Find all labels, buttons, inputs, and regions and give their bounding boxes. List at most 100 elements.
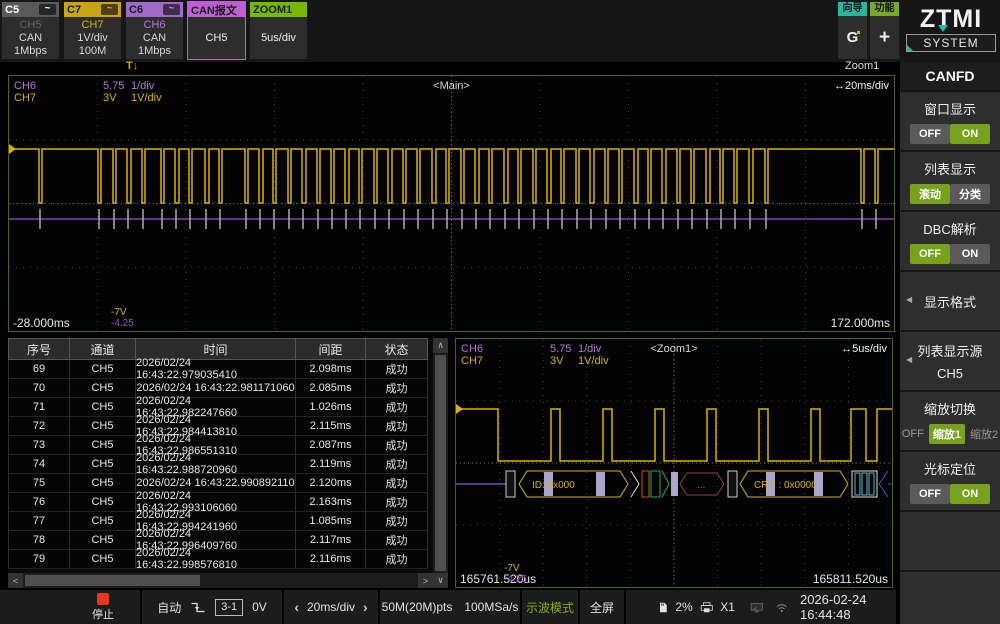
table-cell: 71 (8, 398, 70, 417)
table-row[interactable]: 69CH52026/02/24 16:43:22.9790354102.098m… (8, 360, 433, 379)
toggle-option-OFF[interactable]: OFF (910, 484, 950, 504)
run-stop-control[interactable]: 停止 (0, 590, 142, 624)
channel-info-line: CAN (19, 32, 42, 45)
table-cell: 73 (8, 436, 70, 455)
panel-显示格式[interactable]: 显示格式◀ (900, 272, 1000, 330)
panel-缩放切换[interactable]: 缩放切换OFF 缩放1 缩放2 (900, 392, 1000, 450)
scroll-down-button[interactable]: ∨ (433, 573, 448, 588)
table-row[interactable]: 74CH52026/02/24 16:43:22.9887209602.119m… (8, 455, 433, 474)
system-badge[interactable]: SYSTEM (906, 34, 995, 52)
panel-列表显示[interactable]: 列表显示滚动分类 (900, 152, 1000, 210)
panel-label: 列表显示 (924, 159, 976, 178)
channel-tab: C5~ (2, 2, 59, 17)
vertical-scrollbar[interactable]: ∧ (433, 338, 448, 573)
channel-info-line: CH5 (205, 32, 227, 45)
toggle-option-OFF[interactable]: OFF (902, 428, 924, 440)
scope-timebase: ↔20ms/div (834, 80, 889, 92)
toggle-option-OFF[interactable]: OFF (910, 124, 950, 144)
table-cell: 成功 (366, 493, 428, 512)
function-label: 功能 (870, 2, 899, 16)
panel-label: 缩放切换 (924, 399, 976, 418)
zoom1-window-label: Zoom1 (845, 60, 879, 72)
table-grid[interactable]: 序号通道时间间距状态69CH52026/02/24 16:43:22.97903… (8, 338, 433, 573)
table-cell: 成功 (366, 550, 428, 569)
panel-列表显示源[interactable]: 列表显示源◀CH5 (900, 332, 1000, 390)
scroll-up-button[interactable]: ∧ (433, 338, 448, 353)
trigger-settings[interactable]: 自动 3-1 0V (142, 590, 284, 624)
horizontal-scroll-thumb[interactable] (25, 575, 200, 586)
scope-mode-button[interactable]: 示波模式 (522, 590, 580, 624)
toggle-option-OFF[interactable]: OFF (910, 244, 950, 264)
timebase-value[interactable]: 20ms/div (307, 600, 355, 614)
wave-coupling-icon[interactable]: ~ (39, 4, 56, 15)
timebase-prev-button[interactable]: ‹ (294, 599, 299, 615)
timebase-next-button[interactable]: › (363, 599, 368, 615)
panel-窗口显示[interactable]: 窗口显示OFFON (900, 92, 1000, 150)
scroll-right-button[interactable]: > (418, 573, 433, 588)
zoom-waveform-display[interactable]: ID: 0x000...CRC : 0x0000CH65.751/divCH73… (455, 338, 893, 588)
channel-box-ZOOM1[interactable]: ZOOM1 5us/div (250, 2, 307, 59)
scope-timebase: ↔5us/div (841, 343, 887, 355)
table-row[interactable]: 79CH52026/02/24 16:43:22.9985768102.116m… (8, 550, 433, 569)
channel-tab: C6~ (126, 2, 183, 17)
table-cell: 72 (8, 417, 70, 436)
wave-coupling-icon[interactable]: ~ (163, 4, 180, 15)
guide-icon: G (847, 29, 859, 46)
wave-coupling-icon[interactable]: ~ (101, 4, 118, 15)
table-cell: CH5 (70, 493, 136, 512)
table-cell: 成功 (366, 474, 428, 493)
channel-box-C6[interactable]: C6~CH6CAN1Mbps (126, 2, 183, 59)
table-cell: 2.163ms (296, 493, 366, 512)
channel-tab: ZOOM1 (250, 2, 307, 17)
column-header-序号: 序号 (8, 338, 70, 360)
panel-label: DBC解析 (923, 219, 976, 238)
main-waveform-display[interactable]: CH65.751/divCH73V1V/div<Main>↔20ms/div-2… (8, 75, 895, 332)
toggle-group: OFFON (910, 484, 990, 504)
table-cell: CH5 (70, 436, 136, 455)
system-tray: 2% X1 2026-02-24 16:44:48 (626, 590, 896, 624)
column-header-状态: 状态 (366, 338, 428, 360)
trigger-position-marker[interactable]: T↓ (126, 60, 138, 72)
table-cell: 2.087ms (296, 436, 366, 455)
horizontal-scrollbar[interactable]: < > (8, 573, 433, 588)
toggle-option-缩放2[interactable]: 缩放2 (970, 426, 998, 442)
table-cell: 成功 (366, 398, 428, 417)
toggle-option-ON[interactable]: ON (950, 484, 990, 504)
toggle-option-ON[interactable]: ON (950, 124, 990, 144)
channel-box-CAN报文[interactable]: CAN报文CH5 (188, 2, 245, 59)
fullscreen-label: 全屏 (590, 599, 614, 616)
sidebar: CANFD 窗口显示OFFON列表显示滚动分类DBC解析OFFON显示格式◀列表… (900, 62, 1000, 624)
table-cell: 成功 (366, 379, 428, 398)
channel-tab: C7~ (64, 2, 121, 17)
toggle-option-分类[interactable]: 分类 (950, 184, 990, 204)
status-bar: 停止 自动 3-1 0V ‹ 20ms/div › 50M(20M)pts 10… (0, 590, 896, 624)
scroll-left-button[interactable]: < (8, 573, 23, 588)
table-cell: 2.119ms (296, 455, 366, 474)
table-cell: 2.117ms (296, 531, 366, 550)
channel-box-C7[interactable]: C7~CH71V/div100M (64, 2, 121, 59)
table-cell: CH5 (70, 512, 136, 531)
fullscreen-button[interactable]: 全屏 (580, 590, 626, 624)
table-cell: 77 (8, 512, 70, 531)
toggle-option-滚动[interactable]: 滚动 (910, 184, 950, 204)
svg-text:ID: 0x000: ID: 0x000 (532, 480, 575, 491)
run-state-label: 停止 (92, 606, 114, 622)
panel-label: 光标定位 (924, 459, 976, 478)
function-button[interactable]: 功能 + (870, 2, 899, 59)
table-cell: 2026/02/24 16:43:22.979035410 (136, 360, 296, 379)
toggle-group: 滚动分类 (910, 184, 990, 204)
svg-text:...: ... (697, 480, 705, 491)
table-cell: CH5 (70, 550, 136, 569)
wizard-button[interactable]: 向导 G (838, 2, 867, 59)
channel-box-C5[interactable]: C5~CH5CAN1Mbps (2, 2, 59, 59)
column-header-间距: 间距 (296, 338, 366, 360)
toggle-option-ON[interactable]: ON (950, 244, 990, 264)
vertical-scroll-thumb[interactable] (435, 355, 446, 571)
print-multiplier-label: X1 (720, 600, 735, 614)
channel-info-line: 5us/div (261, 32, 296, 45)
level-marker-yellow: -7V (111, 307, 127, 318)
panel-empty (900, 572, 1000, 624)
panel-光标定位[interactable]: 光标定位 OFFON (900, 452, 1000, 510)
panel-DBC解析[interactable]: DBC解析 OFFON (900, 212, 1000, 270)
toggle-option-缩放1[interactable]: 缩放1 (929, 424, 965, 444)
